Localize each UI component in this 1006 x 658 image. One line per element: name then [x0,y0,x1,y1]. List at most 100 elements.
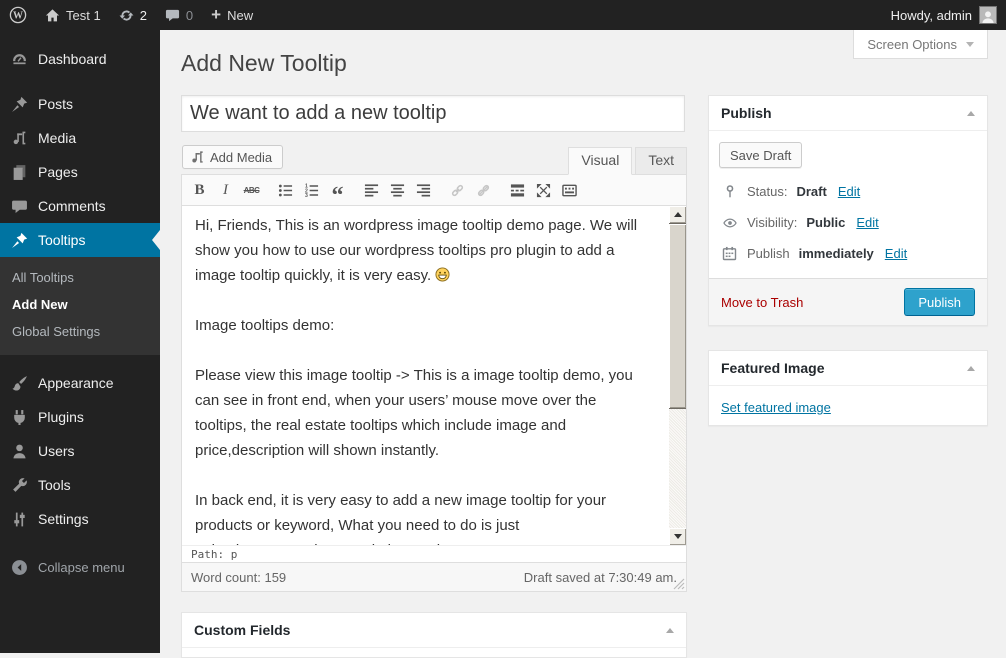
visibility-label: Visibility: [747,215,798,230]
updates-count: 2 [139,7,147,23]
kitchen-sink-button[interactable] [557,178,582,202]
submenu-item-all-tooltips[interactable]: All Tooltips [0,264,160,291]
publish-time-label: Publish [747,246,790,261]
user-icon [9,443,29,460]
new-menu[interactable]: + New [202,0,262,30]
dashboard-icon [9,51,29,68]
insert-link-button[interactable] [445,178,470,202]
italic-button[interactable]: I [213,178,238,202]
menu-separator [0,355,160,366]
toggle-up-icon [967,365,975,371]
sidebar-item-tools[interactable]: Tools [0,468,160,502]
fullscreen-button[interactable] [531,178,556,202]
submenu-item-global-settings[interactable]: Global Settings [0,318,160,345]
sidebar-item-label: Tools [38,477,71,493]
collapse-menu-button[interactable]: Collapse menu [0,550,160,584]
admin-bar: W Test 1 2 0 + New Howdy, admin [0,0,1006,30]
tab-text[interactable]: Text [635,147,687,175]
move-to-trash-link[interactable]: Move to Trash [721,295,803,310]
editor-paragraph: Image tooltips demo: [195,317,335,334]
align-right-button[interactable] [411,178,436,202]
sidebar-item-users[interactable]: Users [0,434,160,468]
sidebar-item-label: Users [38,443,75,459]
updates-menu[interactable]: 2 [110,0,156,30]
site-name-menu[interactable]: Test 1 [36,0,110,30]
custom-fields-box: Custom Fields [181,612,687,658]
editor-paragraph: In back end, it is very easy to add a ne… [195,492,607,545]
sidebar-item-posts[interactable]: Posts [0,87,160,121]
comments-bubble-icon [165,8,180,23]
home-icon [45,8,60,23]
editor-content: Hi, Friends, This is an wordpress image … [182,206,686,545]
add-media-button[interactable]: Add Media [182,145,284,169]
sliders-icon [9,511,29,528]
scrollbar-up-button[interactable] [669,206,686,223]
align-center-button[interactable] [385,178,410,202]
post-title-input[interactable] [181,95,685,132]
editor-path-bar: Path: p [182,545,686,562]
resize-handle[interactable] [673,578,685,590]
word-count: Word count: 159 [191,569,287,585]
status-value: Draft [796,184,827,199]
featured-image-header[interactable]: Featured Image [709,351,987,386]
edit-visibility-link[interactable]: Edit [856,215,878,230]
sidebar-item-tooltips[interactable]: Tooltips [0,223,160,257]
comments-menu[interactable]: 0 [156,0,202,30]
scrollbar-down-button[interactable] [669,528,686,545]
editor-paragraph: Hi, Friends, This is an wordpress image … [195,217,638,284]
blockquote-button[interactable]: “ [325,178,350,208]
remove-link-button[interactable] [471,178,496,202]
sidebar-item-settings[interactable]: Settings [0,502,160,536]
status-row: Status: Draft Edit [721,176,975,207]
smiley-icon [435,267,450,282]
publish-box-header[interactable]: Publish [709,96,987,131]
toggle-up-icon [967,110,975,116]
wordpress-logo-menu[interactable]: W [0,0,36,30]
edit-schedule-link[interactable]: Edit [885,246,907,261]
save-draft-button[interactable]: Save Draft [719,142,803,168]
editor-canvas[interactable]: Hi, Friends, This is an wordpress image … [182,206,686,545]
plus-icon: + [211,4,222,24]
scrollbar-thumb[interactable] [669,223,686,409]
featured-image-title: Featured Image [721,360,825,376]
chevron-down-icon [966,41,974,47]
sidebar-item-dashboard[interactable]: Dashboard [0,42,160,76]
sidebar-item-comments[interactable]: Comments [0,189,160,223]
set-featured-image-link[interactable]: Set featured image [721,400,831,415]
publish-time-value: immediately [798,246,874,261]
publishing-actions: Move to Trash Publish [709,278,987,325]
sidebar-item-media[interactable]: Media [0,121,160,155]
editor-scrollbar[interactable] [669,206,686,545]
publish-box-title: Publish [721,105,772,121]
edit-status-link[interactable]: Edit [838,184,860,199]
sidebar-item-appearance[interactable]: Appearance [0,366,160,400]
schedule-row: Publish immediately Edit [721,238,975,269]
more-tag-button[interactable] [505,178,530,202]
align-left-button[interactable] [359,178,384,202]
pages-icon [9,164,29,181]
bulleted-list-button[interactable] [273,178,298,202]
tab-visual[interactable]: Visual [568,147,633,175]
sidebar-item-plugins[interactable]: Plugins [0,400,160,434]
wordpress-logo-icon: W [9,6,27,24]
screen-options-button[interactable]: Screen Options [853,30,988,59]
publish-button[interactable]: Publish [904,288,975,316]
collapse-icon [9,559,29,576]
menu-separator [0,76,160,87]
submenu-item-add-new[interactable]: Add New [0,291,160,318]
editor-paragraph: Please view this image tooltip -> This i… [195,367,633,459]
visibility-row: Visibility: Public Edit [721,207,975,238]
publish-box: Publish Save Draft Status: Draft Edit Vi… [708,95,988,326]
calendar-icon [721,246,738,261]
bold-button[interactable]: B [187,178,212,202]
my-account-menu[interactable]: Howdy, admin [891,6,1006,24]
strikethrough-button[interactable]: ABC [239,178,264,202]
publish-misc-rows: Status: Draft Edit Visibility: Public Ed… [719,168,977,279]
custom-fields-header[interactable]: Custom Fields [182,613,686,648]
howdy-label: Howdy, admin [890,7,972,23]
media-icon [190,150,205,165]
numbered-list-button[interactable]: 123 [299,178,324,202]
sidebar-item-label: Dashboard [38,51,107,67]
sidebar-item-label: Plugins [38,409,84,425]
sidebar-item-pages[interactable]: Pages [0,155,160,189]
